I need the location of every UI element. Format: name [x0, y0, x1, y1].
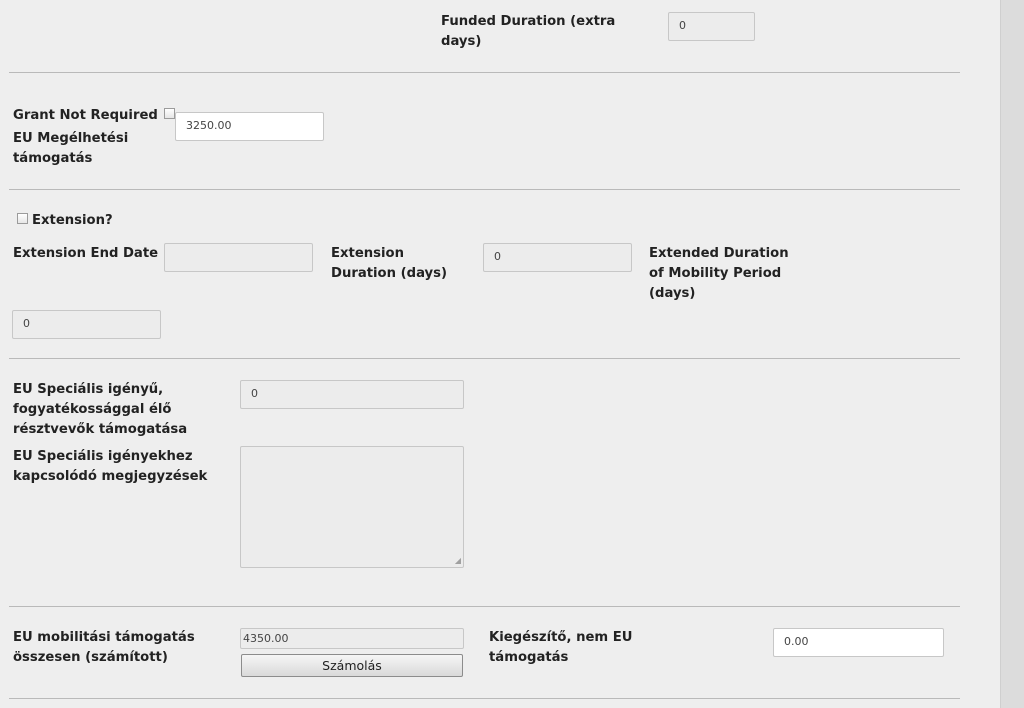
- special-needs-support-field[interactable]: 0: [240, 380, 464, 409]
- section-divider: [9, 189, 960, 190]
- eu-subsistence-label: EU Megélhetési támogatás: [13, 131, 129, 166]
- extended-duration-field[interactable]: 0: [12, 310, 161, 339]
- section-divider: [9, 606, 960, 607]
- supplementary-label: Kiegészítő, nem EU támogatás: [489, 630, 633, 665]
- resize-grip-icon[interactable]: ◢: [455, 557, 461, 565]
- funded-duration-label: Funded Duration (extra days): [441, 14, 616, 49]
- grant-not-required-label: Grant Not Required: [13, 108, 158, 123]
- grant-not-required-checkbox[interactable]: [164, 108, 175, 119]
- extension-checkbox[interactable]: [17, 213, 28, 224]
- section-divider: [9, 358, 960, 359]
- eu-mobility-total-label: EU mobilitási támogatás összesen (számít…: [13, 630, 195, 665]
- vertical-scrollbar[interactable]: [1000, 0, 1024, 708]
- extension-checkbox-label: Extension?: [32, 213, 113, 228]
- special-needs-support-label: EU Speciális igényű, fogyatékossággal él…: [13, 382, 188, 437]
- extension-duration-label: Extension Duration (days): [331, 246, 448, 281]
- supplementary-input[interactable]: 0.00: [773, 628, 944, 657]
- eu-subsistence-input[interactable]: 3250.00: [175, 112, 324, 141]
- extended-duration-label: Extended Duration of Mobility Period (da…: [649, 246, 789, 301]
- extension-end-date-label: Extension End Date: [13, 246, 159, 261]
- special-needs-remarks-textarea[interactable]: ◢: [240, 446, 464, 568]
- calculate-button[interactable]: Számolás: [241, 654, 463, 677]
- special-needs-remarks-label: EU Speciális igényekhez kapcsolódó megje…: [13, 449, 208, 484]
- section-divider: [9, 698, 960, 699]
- extension-end-date-input[interactable]: [164, 243, 313, 272]
- section-divider: [9, 72, 960, 73]
- funded-duration-field[interactable]: 0: [668, 12, 755, 41]
- eu-mobility-total-field[interactable]: 4350.00: [240, 628, 464, 649]
- extension-duration-field[interactable]: 0: [483, 243, 632, 272]
